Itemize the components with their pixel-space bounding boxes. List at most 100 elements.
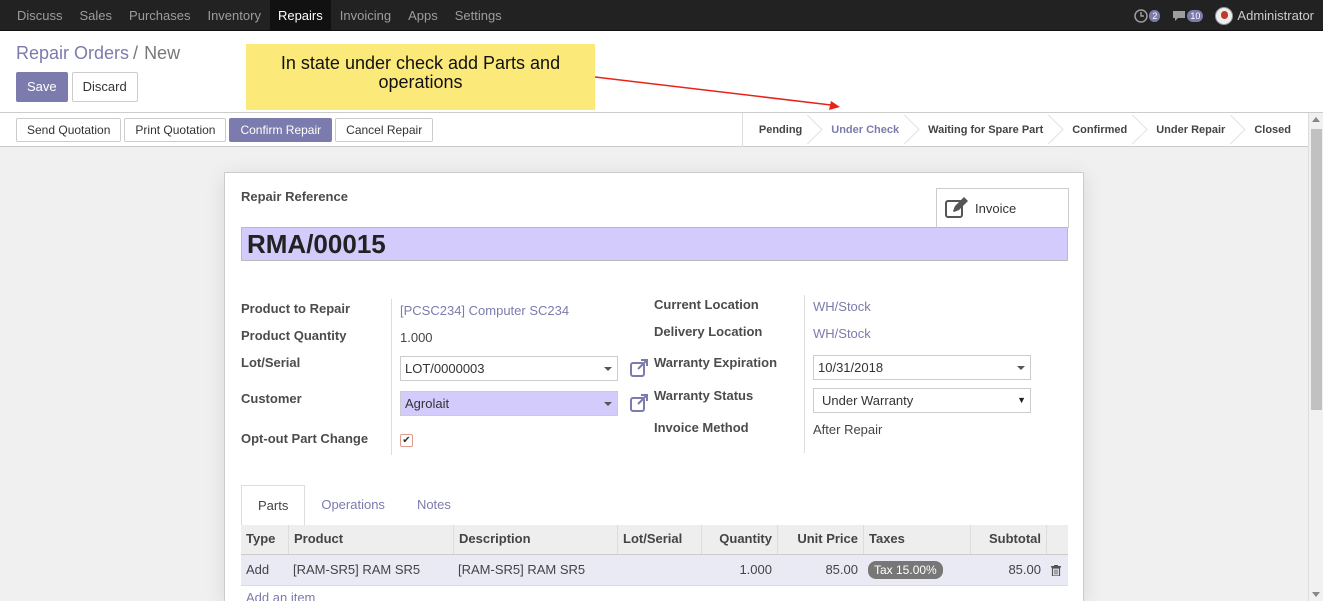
column-type[interactable]: Type — [241, 525, 288, 554]
activity-count-badge: 2 — [1149, 9, 1161, 22]
right-column-divider — [804, 295, 805, 453]
menu-discuss[interactable]: Discuss — [17, 0, 63, 31]
scrollbar-thumb[interactable] — [1311, 129, 1322, 410]
action-buttons: Send Quotation Print Quotation Confirm R… — [16, 118, 436, 142]
breadcrumb-current: New — [144, 43, 181, 63]
tax-badge: Tax 15.00% — [868, 561, 943, 579]
column-actions — [1046, 525, 1068, 554]
cell-lot-serial — [617, 555, 701, 585]
warranty-status-select[interactable]: Under Warranty ▼ — [813, 388, 1031, 413]
current-location-value[interactable]: WH/Stock — [813, 299, 871, 314]
avatar — [1215, 6, 1234, 25]
warranty-status-value: Under Warranty — [822, 393, 914, 408]
menu-purchases[interactable]: Purchases — [129, 0, 190, 31]
column-description[interactable]: Description — [453, 525, 617, 554]
cell-taxes: Tax 15.00% — [863, 555, 970, 585]
menu-sales[interactable]: Sales — [80, 0, 113, 31]
external-link-icon[interactable] — [629, 358, 649, 378]
form-buttons: Save Discard — [16, 72, 142, 102]
parts-table: Type Product Description Lot/Serial Quan… — [241, 525, 1068, 586]
chevron-down-icon — [604, 367, 612, 371]
lot-serial-value: LOT/0000003 — [405, 361, 485, 376]
breadcrumb: Repair Orders / New — [16, 43, 180, 64]
systray: 2 10 Administrator — [1134, 0, 1323, 31]
repair-reference-label: Repair Reference — [241, 189, 348, 204]
warranty-expiration-field[interactable]: 10/31/2018 — [813, 355, 1031, 380]
menu-repairs[interactable]: Repairs — [269, 0, 331, 31]
stage-under-repair[interactable]: Under Repair — [1140, 113, 1238, 147]
opt-out-part-change-checkbox[interactable]: ✔ — [400, 434, 413, 447]
warranty-expiration-label: Warranty Expiration — [654, 355, 778, 370]
lot-serial-label: Lot/Serial — [241, 355, 301, 370]
top-navbar: Discuss Sales Purchases Inventory Repair… — [0, 0, 1323, 31]
menu-invoicing[interactable]: Invoicing — [340, 0, 391, 31]
stage-closed[interactable]: Closed — [1238, 113, 1308, 147]
notebook-tabs: Parts Operations Notes — [241, 485, 1068, 526]
current-location-label: Current Location — [654, 297, 759, 312]
cell-delete — [1046, 555, 1068, 585]
menu-inventory[interactable]: Inventory — [207, 0, 260, 31]
stage-waiting-for-spare-part[interactable]: Waiting for Spare Part — [912, 113, 1056, 147]
invoice-method-label: Invoice Method — [654, 420, 749, 435]
menu-apps[interactable]: Apps — [408, 0, 438, 31]
product-to-repair-value[interactable]: [PCSC234] Computer SC234 — [400, 303, 569, 318]
stage-pipeline: Pending Under Check Waiting for Spare Pa… — [741, 113, 1308, 147]
column-quantity[interactable]: Quantity — [701, 525, 777, 554]
scroll-up-icon[interactable] — [1312, 117, 1320, 122]
add-item-link[interactable]: Add an item — [246, 590, 315, 601]
cell-product: [RAM-SR5] RAM SR5 — [293, 562, 421, 577]
column-product[interactable]: Product — [288, 525, 453, 554]
delivery-location-label: Delivery Location — [654, 324, 763, 339]
trash-icon[interactable] — [1051, 565, 1061, 576]
user-name: Administrator — [1237, 8, 1314, 23]
menu-settings[interactable]: Settings — [455, 0, 502, 31]
send-quotation-button[interactable]: Send Quotation — [16, 118, 122, 142]
tab-parts[interactable]: Parts — [241, 485, 306, 526]
tab-notes[interactable]: Notes — [401, 485, 467, 525]
scrollbar[interactable] — [1308, 113, 1323, 601]
column-unit-price[interactable]: Unit Price — [777, 525, 863, 554]
opt-out-part-change-label: Opt-out Part Change — [241, 431, 369, 446]
repair-reference-field[interactable]: RMA/00015 — [241, 227, 1068, 261]
stage-pending[interactable]: Pending — [743, 113, 815, 147]
column-lot-serial[interactable]: Lot/Serial — [617, 525, 701, 554]
column-subtotal[interactable]: Subtotal — [970, 525, 1046, 554]
edit-icon — [945, 197, 968, 218]
cell-subtotal: 85.00 — [1008, 562, 1041, 577]
table-row[interactable]: Add [RAM-SR5] RAM SR5 [RAM-SR5] RAM SR5 … — [241, 555, 1068, 586]
warranty-expiration-value: 10/31/2018 — [818, 360, 884, 375]
statusbar: Send Quotation Print Quotation Confirm R… — [0, 113, 1308, 147]
stage-confirmed[interactable]: Confirmed — [1056, 113, 1140, 147]
customer-value: Agrolait — [405, 396, 450, 411]
message-count-badge: 10 — [1187, 9, 1204, 22]
chat-icon — [1173, 10, 1186, 21]
messages-button[interactable]: 10 — [1172, 9, 1204, 22]
print-quotation-button[interactable]: Print Quotation — [124, 118, 227, 142]
cell-type: Add — [246, 562, 270, 577]
delivery-location-value[interactable]: WH/Stock — [813, 326, 871, 341]
discard-button[interactable]: Discard — [71, 72, 138, 102]
activity-button[interactable]: 2 — [1134, 8, 1161, 23]
cancel-repair-button[interactable]: Cancel Repair — [335, 118, 434, 142]
user-menu[interactable]: Administrator — [1215, 6, 1314, 25]
invoice-smart-button[interactable]: Invoice — [936, 188, 1069, 228]
customer-select[interactable]: Agrolait — [400, 391, 618, 416]
lot-serial-select[interactable]: LOT/0000003 — [400, 356, 618, 381]
column-taxes[interactable]: Taxes — [863, 525, 970, 554]
invoice-label: Invoice — [975, 200, 1017, 216]
chevron-down-icon — [604, 402, 612, 406]
save-button[interactable]: Save — [16, 72, 68, 102]
customer-label: Customer — [241, 391, 302, 406]
product-quantity-value[interactable]: 1.000 — [400, 330, 433, 345]
table-header: Type Product Description Lot/Serial Quan… — [241, 525, 1068, 555]
tab-operations[interactable]: Operations — [305, 485, 401, 525]
scroll-down-icon[interactable] — [1312, 592, 1320, 597]
cell-quantity: 1.000 — [739, 562, 772, 577]
external-link-icon[interactable] — [629, 393, 649, 413]
invoice-method-value[interactable]: After Repair — [813, 422, 882, 437]
stage-under-check[interactable]: Under Check — [815, 113, 912, 147]
breadcrumb-parent[interactable]: Repair Orders — [16, 43, 129, 63]
confirm-repair-button[interactable]: Confirm Repair — [229, 118, 333, 142]
main-menu: Discuss Sales Purchases Inventory Repair… — [0, 0, 1323, 31]
annotation-arrow — [595, 76, 840, 110]
